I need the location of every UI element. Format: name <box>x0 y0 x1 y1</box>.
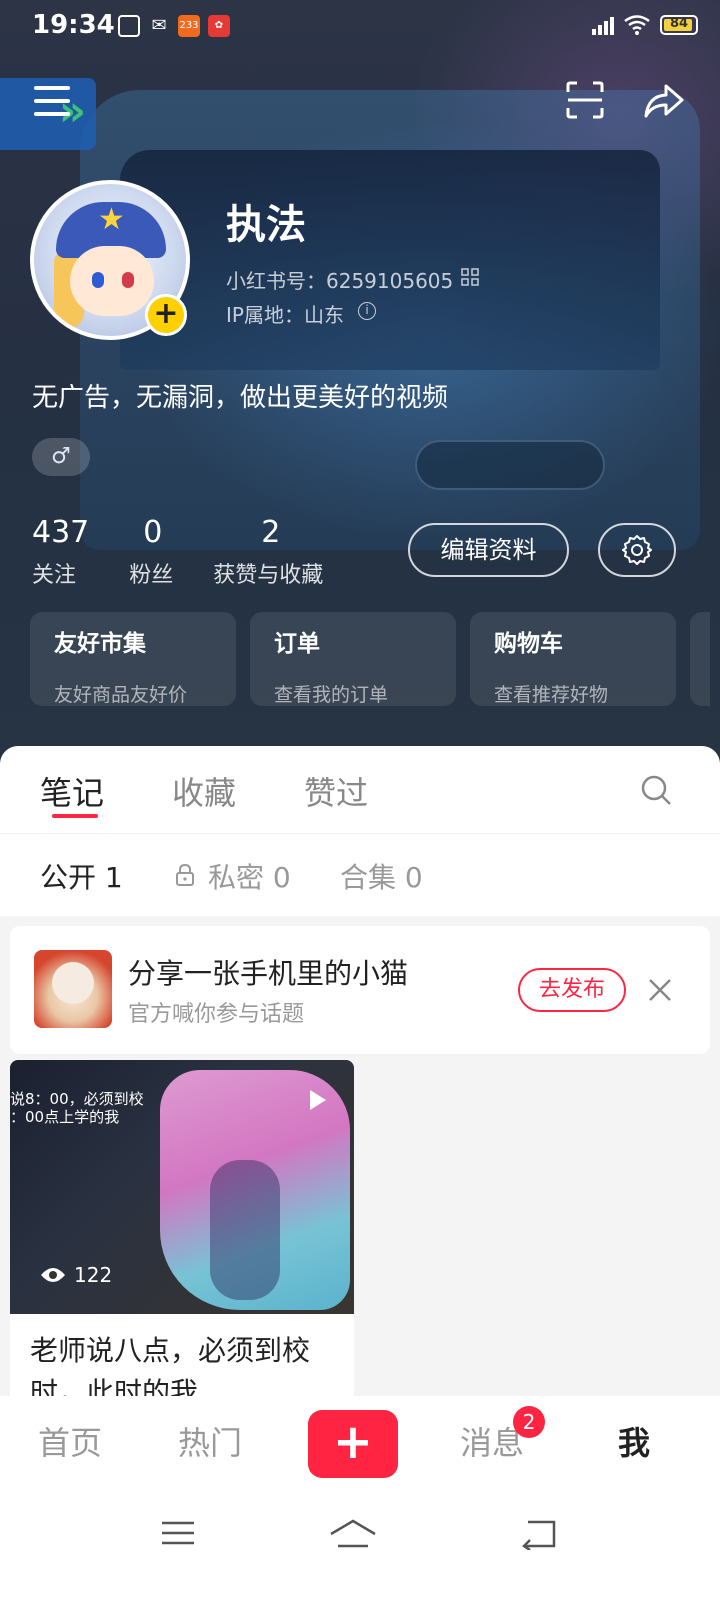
card-orders[interactable]: 订单 查看我的订单 <box>250 612 456 706</box>
topic-subtitle: 官方喊你参与话题 <box>128 1002 305 1027</box>
recent-apps-icon[interactable] <box>160 1518 196 1548</box>
wechat-icon: ✉ <box>151 15 167 36</box>
status-time: 19:34 <box>32 10 115 40</box>
user-id: 小红书号：6259105605 <box>226 269 454 293</box>
qr-scan-icon <box>118 15 140 37</box>
qr-code-icon[interactable] <box>461 268 479 286</box>
background-bus-window <box>120 150 660 370</box>
card-title: 购物车 <box>494 631 563 657</box>
view-count: 122 <box>40 1260 112 1290</box>
cover-caption: 说8：00，必须到校 ：00点上学的我 <box>10 1090 144 1126</box>
nickname: 执法 <box>226 202 306 248</box>
stat-label: 关注 <box>32 563 77 588</box>
card-subtitle: 友好商品友好价 <box>54 684 188 706</box>
note-filter: 公开 1 私密 0 合集 0 <box>0 834 720 916</box>
share-icon[interactable] <box>642 78 686 122</box>
topic-banner[interactable]: 分享一张手机里的小猫 官方喊你参与话题 去发布 <box>10 926 710 1054</box>
battery-icon: 84 <box>660 15 698 35</box>
publish-button[interactable]: 去发布 <box>518 968 626 1012</box>
wifi-icon <box>624 15 650 35</box>
settings-button[interactable] <box>598 523 676 577</box>
play-icon <box>310 1090 326 1110</box>
topic-title: 分享一张手机里的小猫 <box>128 957 409 990</box>
system-nav-bar <box>0 1496 720 1600</box>
bottom-nav: 首页 热门 + 消息 2 我 <box>0 1396 720 1496</box>
stat-following[interactable]: 437 关注 <box>32 515 89 589</box>
ip-location: IP属地：山东 <box>226 303 344 327</box>
gear-icon <box>622 535 652 565</box>
app-233-icon: 233 <box>178 15 200 37</box>
status-right: 84 <box>592 15 698 35</box>
notification-icons: ✉ 233 ✿ <box>118 15 230 37</box>
tab-liked[interactable]: 赞过 <box>304 768 368 814</box>
note-cover-image: 说8：00，必须到校 ：00点上学的我 122 <box>10 1060 354 1314</box>
status-bar: 19:34 ✉ 233 ✿ 84 <box>0 0 720 56</box>
back-icon[interactable] <box>520 1518 558 1550</box>
battery-level: 84 <box>669 16 689 31</box>
profile-header: 19:34 ✉ 233 ✿ 84 <box>0 0 720 780</box>
tab-underline <box>52 814 98 818</box>
nav-home[interactable]: 首页 <box>38 1418 102 1464</box>
eye-icon <box>41 1268 65 1282</box>
card-title: 订单 <box>274 631 320 657</box>
stat-followers[interactable]: 0 粉丝 <box>129 515 173 589</box>
info-icon[interactable]: i <box>358 302 376 320</box>
app-red-icon: ✿ <box>208 15 230 37</box>
post-button[interactable]: + <box>308 1410 398 1478</box>
content-panel: 笔记 收藏 赞过 公开 1 私密 0 合集 0 分享一张手机里的小猫 官方喊你参… <box>0 746 720 1460</box>
content-tabs: 笔记 收藏 赞过 <box>0 746 720 834</box>
message-badge: 2 <box>513 1406 545 1438</box>
tab-notes[interactable]: 笔记 <box>40 768 104 814</box>
topic-thumbnail <box>34 950 112 1028</box>
card-subtitle: 查看推荐好物 <box>494 684 609 706</box>
tab-collections[interactable]: 收藏 <box>172 768 236 814</box>
card-market[interactable]: 友好市集 友好商品友好价 <box>30 612 236 706</box>
lock-icon <box>176 864 194 886</box>
stats: 437 关注 0 粉丝 2 获赞与收藏 <box>32 515 363 589</box>
service-cards: 友好市集 友好商品友好价 订单 查看我的订单 购物车 查看推荐好物 <box>30 612 710 706</box>
stat-value: 2 <box>261 515 281 550</box>
stat-label: 获赞与收藏 <box>213 563 324 588</box>
card-more[interactable] <box>690 612 710 706</box>
card-cart[interactable]: 购物车 查看推荐好物 <box>470 612 676 706</box>
close-icon[interactable] <box>646 976 674 1004</box>
bio: 无广告，无漏洞，做出更美好的视频 <box>32 383 449 413</box>
nav-me[interactable]: 我 <box>618 1418 650 1464</box>
stat-label: 粉丝 <box>129 563 174 588</box>
stat-likes[interactable]: 2 获赞与收藏 <box>213 515 323 589</box>
card-title: 友好市集 <box>54 631 146 657</box>
stat-value: 0 <box>143 515 163 550</box>
stat-value: 437 <box>32 515 90 550</box>
scan-icon[interactable] <box>565 80 605 120</box>
menu-icon[interactable] <box>34 86 72 118</box>
nav-hot[interactable]: 热门 <box>178 1418 242 1464</box>
home-icon[interactable] <box>328 1518 378 1552</box>
background-bus-grille <box>415 440 605 490</box>
edit-profile-button[interactable]: 编辑资料 <box>408 523 569 577</box>
filter-collection[interactable]: 合集 0 <box>340 856 423 896</box>
gender-tag: ♂ <box>32 438 90 476</box>
filter-public[interactable]: 公开 1 <box>40 856 123 896</box>
view-count-value: 122 <box>74 1263 113 1287</box>
avatar-add-button[interactable]: + <box>145 294 187 336</box>
card-subtitle: 查看我的订单 <box>274 684 389 706</box>
signal-icon <box>592 15 614 35</box>
filter-private[interactable]: 私密 0 <box>208 856 291 896</box>
search-icon[interactable] <box>640 774 672 806</box>
